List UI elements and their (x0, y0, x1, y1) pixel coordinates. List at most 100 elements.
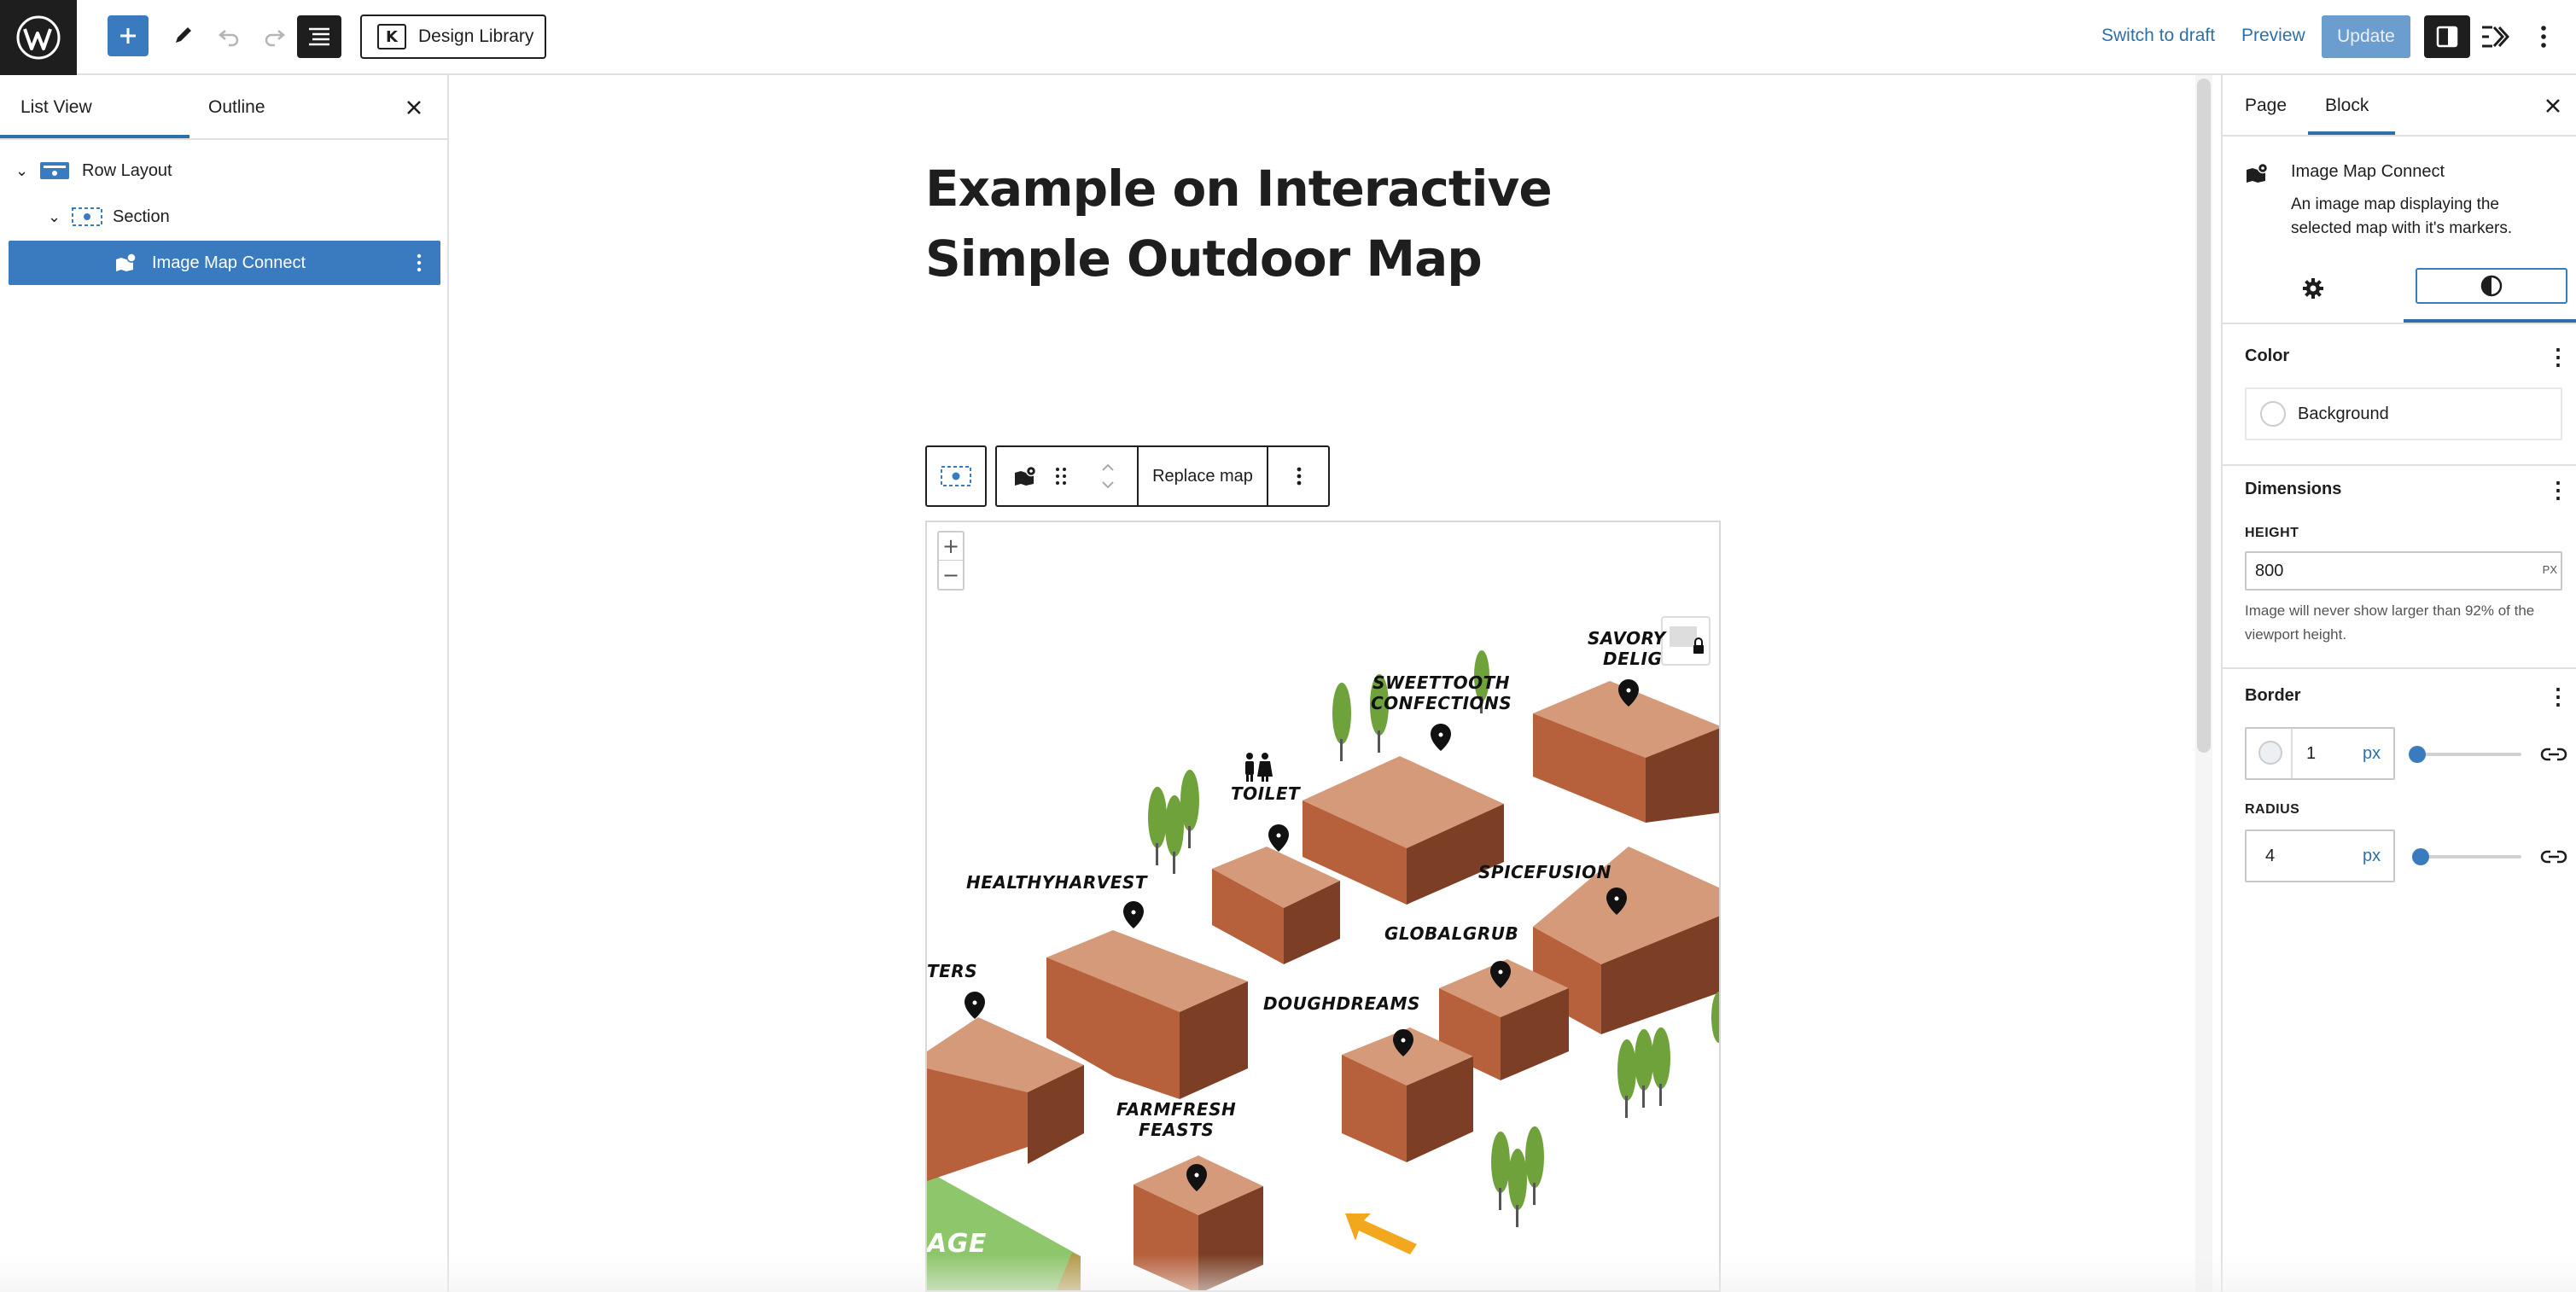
height-label: HEIGHT (2245, 526, 2299, 540)
image-map-icon (116, 253, 137, 271)
replace-map-button[interactable]: Replace map (1137, 447, 1268, 505)
border-width-slider[interactable] (2412, 753, 2521, 756)
document-overview-button[interactable] (297, 15, 341, 58)
active-tab-indicator (2308, 131, 2395, 135)
block-card-description: An image map displaying the selected map… (2291, 195, 2513, 237)
more-vertical-icon (2541, 26, 2546, 48)
section-icon (941, 466, 971, 486)
page-title[interactable]: Example on Interactive Simple Outdoor Ma… (925, 154, 1693, 294)
wordpress-logo-icon[interactable] (0, 0, 77, 75)
select-parent-button[interactable] (925, 445, 987, 507)
canvas-scrollbar[interactable] (2197, 79, 2211, 753)
drag-handle-icon (1056, 468, 1066, 485)
image-map-icon (2247, 162, 2269, 183)
background-label: Background (2298, 404, 2389, 423)
more-vertical-icon[interactable] (417, 253, 422, 273)
list-view-tabs: List View Outline (0, 75, 447, 140)
undo-icon (219, 30, 239, 47)
zoom-out-button[interactable]: − (939, 561, 963, 589)
tools-button[interactable] (164, 17, 201, 55)
radius-label: RADIUS (2245, 802, 2300, 817)
tab-page[interactable]: Page (2245, 96, 2287, 116)
color-section-heading: Color (2245, 346, 2290, 365)
image-map[interactable]: + − SAVORY DELIG SWEETTOOTH CONFECTIONS TO… (925, 521, 1721, 1292)
map-marker-icon (965, 992, 985, 1019)
update-button[interactable]: Update (2322, 15, 2410, 58)
plus-icon (120, 28, 136, 44)
close-sidebar-button[interactable] (2540, 90, 2566, 121)
map-marker-icon (1268, 824, 1289, 852)
map-lock-button[interactable] (1661, 616, 1711, 666)
height-unit[interactable]: PX (2543, 563, 2557, 576)
more-options-button[interactable] (2526, 17, 2561, 56)
settings-panel-button[interactable] (2424, 15, 2470, 58)
list-item-image-map-connect[interactable]: Image Map Connect (9, 241, 440, 285)
chevron-down-icon[interactable]: ⌄ (15, 162, 34, 180)
undo-button[interactable] (210, 17, 248, 55)
chevron-down-icon[interactable]: ⌄ (48, 208, 67, 226)
editor-topbar: K Design Library Switch to draft Preview… (0, 0, 2576, 75)
zoom-in-button[interactable]: + (939, 533, 963, 561)
switch-to-draft-button[interactable]: Switch to draft (2101, 26, 2215, 46)
height-input[interactable]: 800 PX (2245, 551, 2562, 591)
map-marker-icon (1123, 901, 1144, 928)
border-width-input[interactable]: 1 px (2245, 727, 2395, 780)
settings-sidebar: Page Block Image Map Connect An image ma… (2221, 75, 2576, 1292)
sidebar-tabs: Page Block (2223, 75, 2576, 137)
move-up-down-buttons[interactable] (1093, 447, 1123, 505)
pencil-icon (176, 27, 191, 43)
link-icon[interactable] (2540, 744, 2567, 765)
tab-outline[interactable]: Outline (208, 97, 265, 118)
dimensions-options-button[interactable]: ⋮ (2547, 479, 2569, 501)
border-width-slider-knob[interactable] (2409, 746, 2426, 763)
active-tab-indicator (2404, 319, 2576, 323)
divider (2223, 667, 2576, 669)
border-radius-unit[interactable]: px (2363, 847, 2381, 866)
settings-panel-icon (2436, 26, 2458, 48)
height-help-text: Image will never show larger than 92% of… (2245, 602, 2535, 643)
gear-icon (2303, 278, 2323, 299)
background-color-item[interactable]: Background (2245, 387, 2562, 440)
border-radius-slider-knob[interactable] (2412, 848, 2429, 865)
active-tab-indicator (0, 135, 189, 138)
close-list-view-button[interactable] (401, 90, 427, 125)
redo-button[interactable] (256, 17, 294, 55)
border-options-button[interactable]: ⋮ (2547, 685, 2569, 707)
map-label-doughdreams: DOUGHDREAMS (1263, 993, 1420, 1014)
drag-handle[interactable] (1048, 447, 1074, 505)
block-options-button[interactable] (1270, 447, 1328, 505)
list-item-label: Image Map Connect (152, 253, 306, 272)
color-options-button[interactable]: ⋮ (2547, 346, 2569, 368)
tab-styles[interactable] (2416, 268, 2567, 304)
design-library-button[interactable]: K Design Library (360, 15, 546, 59)
preview-button[interactable]: Preview (2241, 26, 2305, 46)
block-card: Image Map Connect An image map displayin… (2223, 137, 2576, 256)
map-label-globalgrub: GLOBALGRUB (1384, 923, 1519, 944)
map-label-ters: TERS (927, 961, 978, 981)
border-width-unit[interactable]: px (2363, 744, 2381, 764)
add-block-button[interactable] (108, 15, 149, 56)
kadence-k-icon: K (377, 24, 406, 49)
list-item-label: Row Layout (82, 160, 172, 180)
kadence-controls-button[interactable] (2474, 17, 2516, 56)
list-item-row-layout[interactable]: ⌄ Row Layout (9, 148, 440, 193)
more-vertical-icon (1297, 467, 1302, 486)
block-type-button[interactable] (1009, 447, 1041, 505)
map-marker-icon (1431, 724, 1451, 751)
border-radius-input[interactable]: 4 px (2245, 829, 2395, 882)
section-icon (72, 207, 102, 226)
arrow-icon (1345, 1213, 1417, 1254)
tab-settings[interactable] (2223, 256, 2404, 321)
border-radius-value: 4 (2265, 847, 2276, 865)
close-icon (2546, 99, 2560, 113)
border-section-heading: Border (2245, 686, 2301, 705)
border-color-swatch[interactable] (2258, 741, 2282, 765)
list-item-section[interactable]: ⌄ Section (9, 195, 440, 239)
block-tools-group: Replace map (995, 445, 1330, 507)
map-label-farmfresh: FARMFRESH FEASTS (1116, 1099, 1237, 1140)
height-value: 800 (2255, 561, 2284, 580)
tab-block[interactable]: Block (2325, 96, 2369, 116)
link-icon[interactable] (2540, 847, 2567, 867)
tab-list-view[interactable]: List View (20, 97, 92, 118)
block-card-title: Image Map Connect (2291, 162, 2445, 181)
